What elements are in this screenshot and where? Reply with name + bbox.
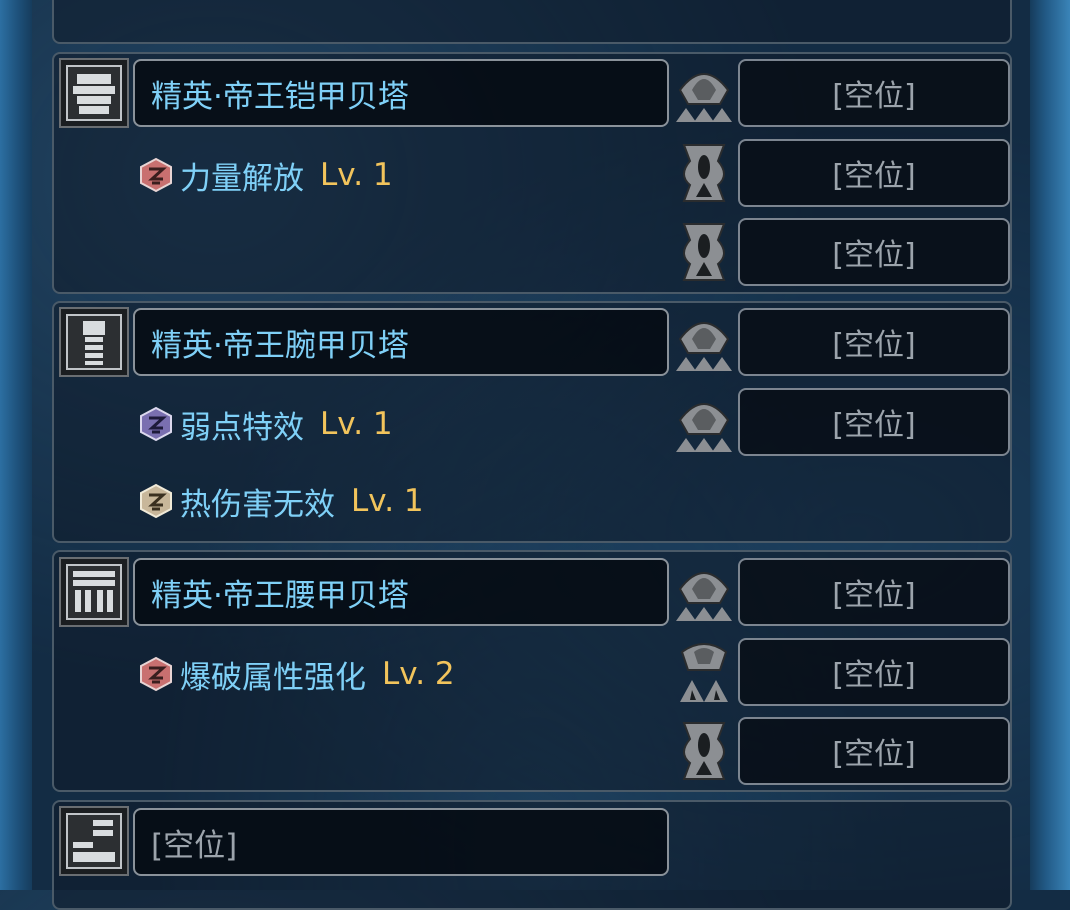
decoration-slot[interactable]: [空位] [738,717,1010,785]
leg-armor-icon [59,806,129,876]
skill-gem-icon [140,656,172,692]
skill-level: Lv. 1 [320,157,393,193]
arm-armor-icon [59,307,129,377]
left-frame-edge [0,0,32,890]
skill-gem-icon [140,406,172,442]
decoration-slot[interactable]: [空位] [738,388,1010,456]
level-3-slot-icon [676,73,732,122]
level-2-slot-icon [680,643,728,702]
decoration-slot[interactable]: [空位] [738,558,1010,626]
level-3-slot-icon [676,322,732,371]
skill-level: Lv. 1 [320,406,393,442]
armor-name-legs[interactable]: [空位] [133,808,669,876]
skill-name: 爆破属性强化 [180,659,366,696]
decoration-slot[interactable]: [空位] [738,139,1010,207]
skill-name: 力量解放 [180,160,304,197]
decoration-slot[interactable]: [空位] [738,59,1010,127]
armor-name-waist[interactable]: 精英·帝王腰甲贝塔 [133,558,669,626]
level-3-slot-icon [676,403,732,452]
skill-gem-icon [140,483,172,519]
skill-entry: 弱点特效 Lv. 1 [138,404,393,446]
armor-name-arms[interactable]: 精英·帝王腕甲贝塔 [133,308,669,376]
skill-name: 弱点特效 [180,409,304,446]
skill-entry: 爆破属性强化 Lv. 2 [138,654,455,696]
previous-armor-panel [52,0,1012,44]
level-1-slot-icon [682,722,726,780]
level-1-slot-icon [682,144,726,202]
level-1-slot-icon [682,223,726,281]
skill-level: Lv. 2 [382,656,455,692]
skill-name: 热伤害无效 [180,486,335,523]
skill-entry: 力量解放 Lv. 1 [138,155,393,197]
skill-entry: 热伤害无效 Lv. 1 [138,481,424,523]
skill-level: Lv. 1 [351,483,424,519]
skill-gem-icon [140,157,172,193]
decoration-slot[interactable]: [空位] [738,218,1010,286]
decoration-slot[interactable]: [空位] [738,308,1010,376]
armor-name-chest[interactable]: 精英·帝王铠甲贝塔 [133,59,669,127]
waist-armor-icon [59,557,129,627]
level-3-slot-icon [676,572,732,621]
decoration-slot[interactable]: [空位] [738,638,1010,706]
right-frame-edge [1030,0,1070,890]
chest-armor-icon [59,58,129,128]
